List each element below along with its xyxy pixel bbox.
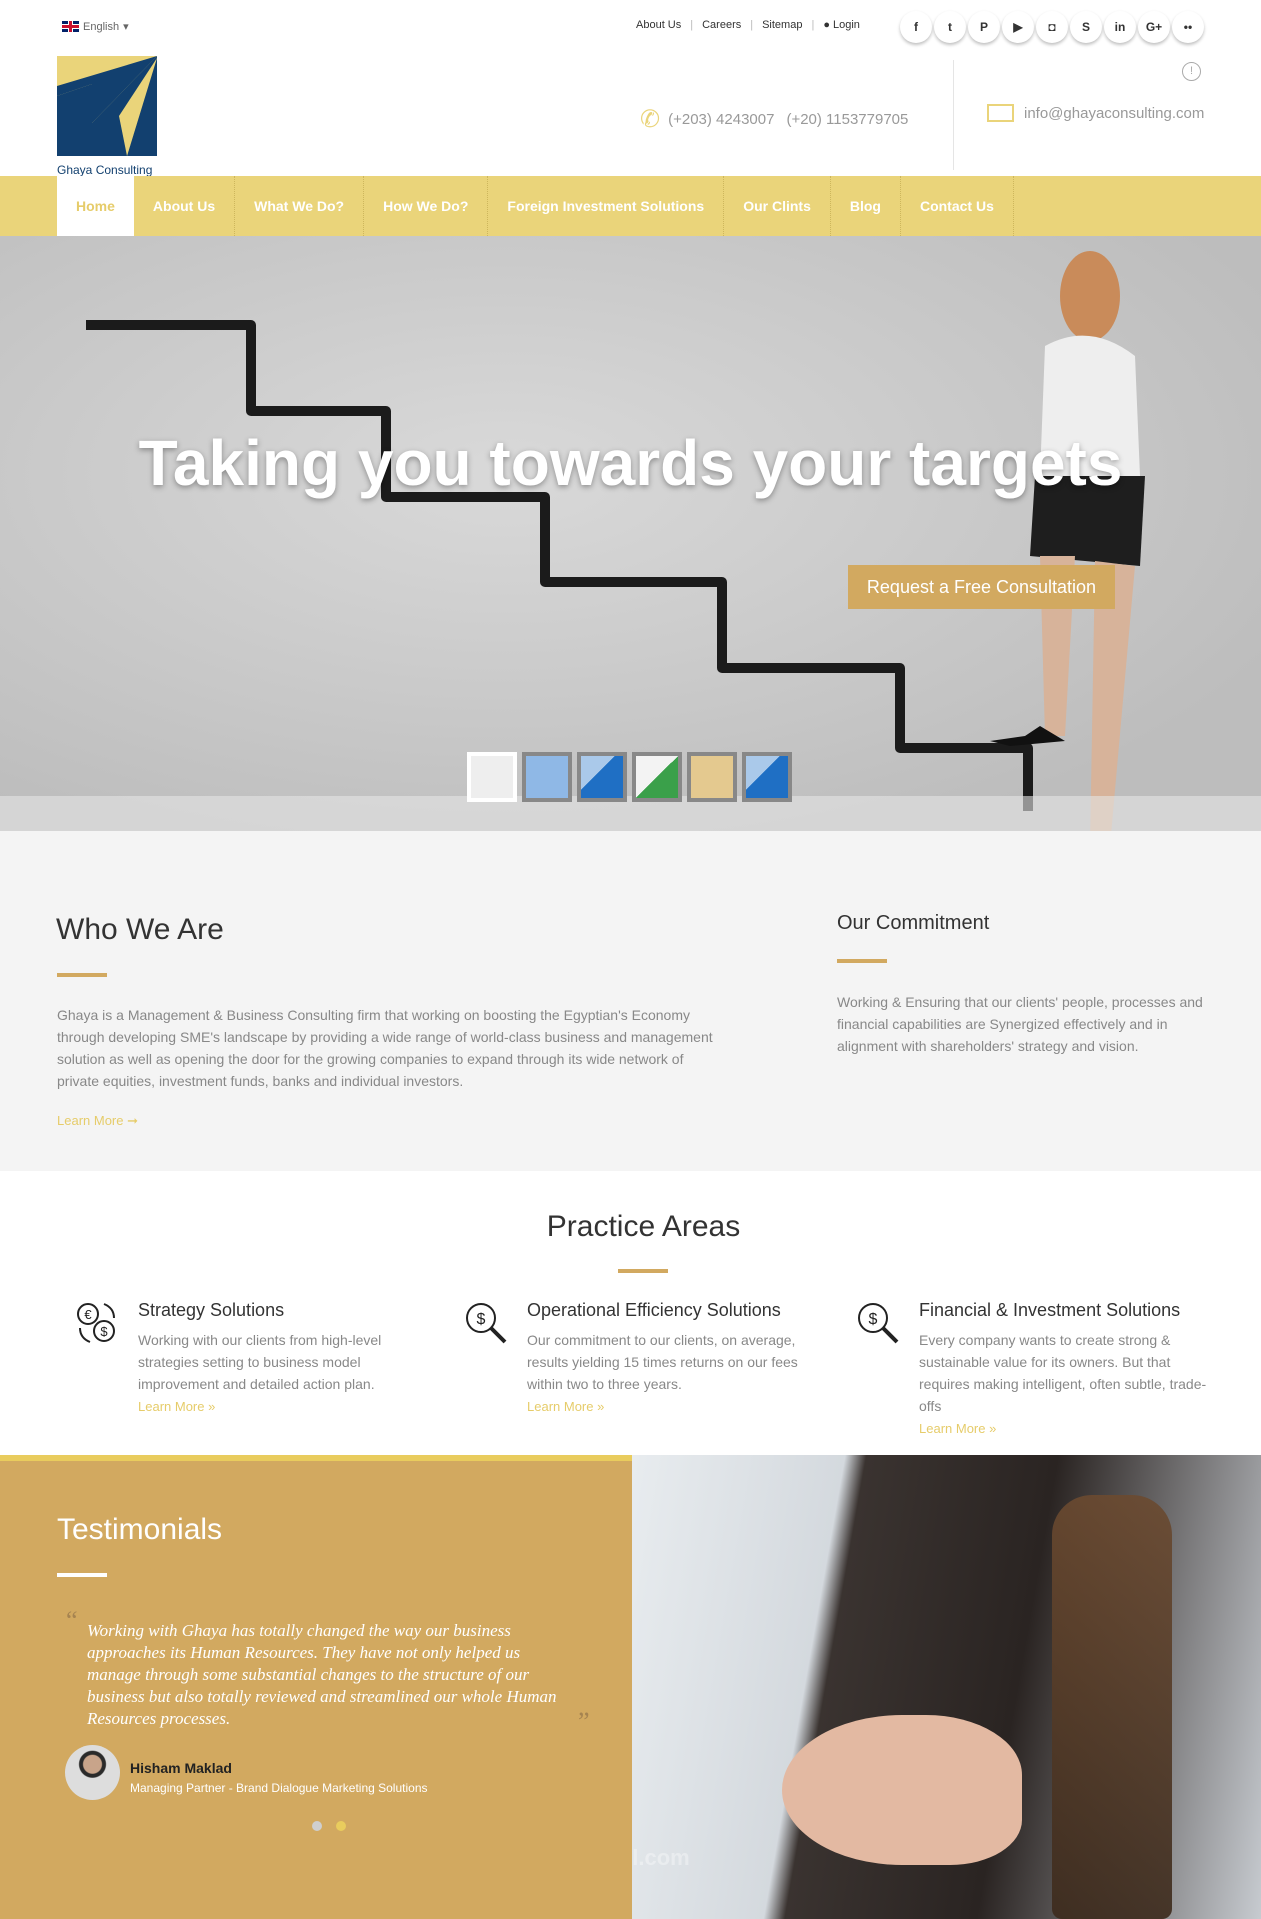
dollar-search-icon: $ xyxy=(463,1300,513,1350)
facebook-icon[interactable]: f xyxy=(900,11,932,43)
testimonials-section: Testimonials “ Working with Ghaya has to… xyxy=(0,1455,632,1919)
hero-slider: Taking you towards your targets Request … xyxy=(0,236,1261,831)
avatar xyxy=(65,1745,120,1800)
instagram-icon[interactable]: ◘ xyxy=(1036,11,1068,43)
phone-block: ✆ (+203) 4243007 (+20) 1153779705 xyxy=(640,105,908,134)
commitment-title: Our Commitment xyxy=(837,912,990,934)
testimonial-role: Managing Partner - Brand Dialogue Market… xyxy=(130,1781,428,1795)
youtube-icon[interactable]: ▶ xyxy=(1002,11,1034,43)
login-link[interactable]: Login xyxy=(833,19,860,31)
title-underline xyxy=(57,973,107,977)
logo[interactable]: Ghaya Consulting xyxy=(57,56,157,177)
info-icon[interactable]: ! xyxy=(1182,62,1201,81)
slide-thumbnail[interactable] xyxy=(467,752,517,802)
statue-figure xyxy=(1052,1495,1172,1919)
pinterest-icon[interactable]: P xyxy=(968,11,1000,43)
practice-learn-more-link[interactable]: Learn More » xyxy=(138,1399,443,1414)
testimonial-quote: Working with Ghaya has totally changed t… xyxy=(87,1621,557,1728)
email-block: info@ghayaconsulting.com xyxy=(987,104,1204,122)
nav-item-contact-us[interactable]: Contact Us xyxy=(901,176,1014,236)
svg-text:$: $ xyxy=(477,1311,486,1328)
social-icons: f t P ▶ ◘ Sin G+ •• xyxy=(900,11,1204,43)
divider: | xyxy=(750,19,754,31)
nav-item-home[interactable]: Home xyxy=(57,176,134,236)
nav-item-about-us[interactable]: About Us xyxy=(134,176,236,236)
user-icon: ● xyxy=(823,19,830,31)
open-quote-icon: “ xyxy=(66,1606,78,1635)
email-link[interactable]: info@ghayaconsulting.com xyxy=(1024,105,1204,122)
practice-area-title: Financial & Investment Solutions xyxy=(919,1300,1181,1320)
linkedin-icon[interactable]: in xyxy=(1104,11,1136,43)
top-links: About Us | Careers | Sitemap | ● Login xyxy=(636,19,860,31)
svg-text:€: € xyxy=(84,1307,92,1322)
logo-mark-icon xyxy=(57,56,157,156)
header-divider xyxy=(953,60,954,170)
divider: | xyxy=(690,19,694,31)
nav-item-how-we-do[interactable]: How We Do? xyxy=(364,176,489,236)
currency-exchange-icon: € $ xyxy=(74,1300,124,1350)
top-link-about[interactable]: About Us xyxy=(636,19,681,31)
title-underline xyxy=(618,1269,668,1273)
who-learn-more-link[interactable]: Learn More ➞ xyxy=(57,1113,138,1129)
slider-thumbnails xyxy=(467,752,792,802)
svg-text:$: $ xyxy=(869,1311,878,1328)
nav-item-what-we-do[interactable]: What We Do? xyxy=(235,176,365,236)
hand-figure xyxy=(782,1715,1022,1865)
skype-icon[interactable]: S xyxy=(1070,11,1102,43)
who-we-are-section: Who We Are Ghaya is a Management & Busin… xyxy=(0,831,1261,1171)
phone-number[interactable]: (+20) 1153779705 xyxy=(786,111,908,128)
practice-areas-title: Practice Areas xyxy=(546,1210,741,1243)
logo-text: Ghaya Consulting xyxy=(57,163,153,177)
slide-thumbnail[interactable] xyxy=(742,752,792,802)
title-underline xyxy=(837,959,887,963)
testimonials-title: Testimonials xyxy=(57,1513,223,1546)
testimonial-author: Hisham Maklad xyxy=(130,1760,232,1776)
hero-title: Taking you towards your targets xyxy=(138,427,1123,499)
phone-number[interactable]: (+203) 4243007 xyxy=(668,111,774,128)
practice-area-title: Operational Efficiency Solutions xyxy=(527,1300,781,1320)
practice-learn-more-link[interactable]: Learn More » xyxy=(919,1421,1224,1436)
phone-icon: ✆ xyxy=(640,106,661,133)
top-link-sitemap[interactable]: Sitemap xyxy=(762,19,802,31)
watermark: mostaql.com xyxy=(632,1845,690,1870)
google-plus-icon[interactable]: G+ xyxy=(1138,11,1170,43)
svg-text:$: $ xyxy=(100,1324,108,1339)
divider: | xyxy=(811,19,815,31)
request-consultation-button[interactable]: Request a Free Consultation xyxy=(848,565,1115,609)
carousel-dot-active[interactable] xyxy=(336,1821,346,1831)
staircase-illustration xyxy=(0,251,1261,831)
carousel-dot[interactable] xyxy=(312,1821,322,1831)
close-quote-icon: ” xyxy=(578,1707,590,1736)
practice-area-text: Working with our clients from high-level… xyxy=(138,1332,382,1392)
slide-thumbnail[interactable] xyxy=(632,752,682,802)
caret-down-icon: ▾ xyxy=(123,21,129,33)
nav-item-blog[interactable]: Blog xyxy=(831,176,901,236)
practice-area-title: Strategy Solutions xyxy=(138,1300,285,1320)
practice-area-text: Every company wants to create strong & s… xyxy=(919,1332,1207,1414)
nav-item-our-clints[interactable]: Our Clints xyxy=(724,176,831,236)
practice-area-text: Our commitment to our clients, on averag… xyxy=(527,1332,798,1392)
top-link-careers[interactable]: Careers xyxy=(702,19,741,31)
flickr-icon[interactable]: •• xyxy=(1172,11,1204,43)
commitment-text: Working & Ensuring that our clients' peo… xyxy=(837,994,1203,1054)
dollar-search-icon: $ xyxy=(855,1300,905,1350)
slide-thumbnail[interactable] xyxy=(687,752,737,802)
nav-item-foreign-investment-solutions[interactable]: Foreign Investment Solutions xyxy=(488,176,725,236)
slide-thumbnail[interactable] xyxy=(577,752,627,802)
who-we-are-text: Ghaya is a Management & Business Consult… xyxy=(57,1007,713,1089)
testimonial-photo: mostaql.com xyxy=(632,1455,1261,1919)
main-nav: Home About Us What We Do? How We Do? Foreign… xyxy=(0,176,1261,236)
practice-learn-more-link[interactable]: Learn More » xyxy=(527,1399,832,1414)
uk-flag-icon xyxy=(62,21,79,32)
language-selector[interactable]: English ▾ xyxy=(62,20,129,33)
title-underline xyxy=(57,1573,107,1577)
who-we-are-title: Who We Are xyxy=(56,913,224,946)
slide-thumbnail[interactable] xyxy=(522,752,572,802)
twitter-icon[interactable]: t xyxy=(934,11,966,43)
woman-figure xyxy=(990,251,1145,831)
envelope-icon xyxy=(987,104,1014,122)
